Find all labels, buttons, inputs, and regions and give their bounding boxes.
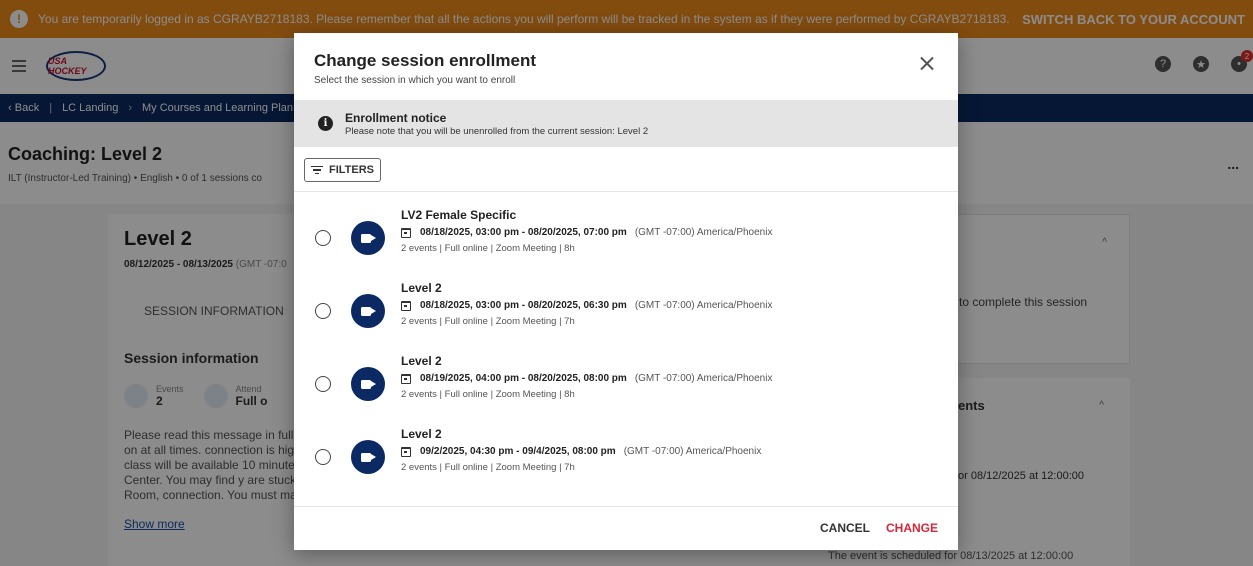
session-option[interactable]: Level 2 08/19/2025, 04:00 pm - 08/20/202… [294, 354, 958, 427]
video-meeting-icon [351, 367, 385, 401]
calendar-icon [401, 446, 411, 457]
session-dates: 08/18/2025, 03:00 pm - 08/20/2025, 07:00… [420, 227, 627, 238]
close-icon[interactable] [918, 55, 936, 73]
dialog-subtitle: Select the session in which you want to … [314, 75, 516, 86]
session-timezone: (GMT -07:00) America/Phoenix [623, 446, 762, 457]
filters-label: FILTERS [329, 164, 375, 176]
session-timezone: (GMT -07:00) America/Phoenix [634, 373, 773, 384]
session-details: 2 events | Full online | Zoom Meeting | … [401, 316, 575, 327]
cancel-button[interactable]: CANCEL [820, 521, 870, 535]
session-dates: 08/19/2025, 04:00 pm - 08/20/2025, 08:00… [420, 373, 627, 384]
session-radio[interactable] [315, 376, 331, 392]
session-radio[interactable] [315, 303, 331, 319]
session-name: Level 2 [401, 427, 442, 441]
calendar-icon [401, 373, 411, 384]
session-details: 2 events | Full online | Zoom Meeting | … [401, 243, 575, 254]
session-details: 2 events | Full online | Zoom Meeting | … [401, 389, 575, 400]
session-name: Level 2 [401, 354, 442, 368]
session-radio[interactable] [315, 449, 331, 465]
dialog-header: Change session enrollment Select the ses… [294, 33, 958, 100]
change-session-dialog: Change session enrollment Select the ses… [294, 33, 958, 550]
filter-row: FILTERS [294, 147, 958, 192]
session-option[interactable]: Level 2 09/2/2025, 04:30 pm - 09/4/2025,… [294, 427, 958, 500]
video-meeting-icon [351, 294, 385, 328]
filter-icon [311, 164, 323, 177]
video-meeting-icon [351, 221, 385, 255]
dialog-footer: CANCEL CHANGE [294, 506, 958, 550]
notice-title: Enrollment notice [345, 110, 447, 125]
session-option[interactable]: Level 2 08/18/2025, 03:00 pm - 08/20/202… [294, 281, 958, 354]
calendar-icon [401, 227, 411, 238]
session-details: 2 events | Full online | Zoom Meeting | … [401, 462, 575, 473]
session-name: Level 2 [401, 281, 442, 295]
filters-button[interactable]: FILTERS [304, 158, 382, 182]
change-button[interactable]: CHANGE [886, 521, 938, 535]
session-dates: 08/18/2025, 03:00 pm - 08/20/2025, 06:30… [420, 300, 627, 311]
session-option[interactable]: LV2 Female Specific 08/18/2025, 03:00 pm… [294, 208, 958, 281]
session-list: LV2 Female Specific 08/18/2025, 03:00 pm… [294, 192, 958, 500]
session-timezone: (GMT -07:00) America/Phoenix [634, 300, 773, 311]
session-name: LV2 Female Specific [401, 208, 517, 222]
session-radio[interactable] [315, 230, 331, 246]
session-dates: 09/2/2025, 04:30 pm - 09/4/2025, 08:00 p… [420, 446, 616, 457]
video-meeting-icon [351, 440, 385, 474]
notice-body: Please note that you will be unenrolled … [345, 125, 649, 137]
enrollment-notice: i Enrollment notice Please note that you… [294, 100, 958, 147]
calendar-icon [401, 300, 411, 311]
info-icon: i [318, 116, 333, 131]
session-timezone: (GMT -07:00) America/Phoenix [634, 227, 773, 238]
dialog-title: Change session enrollment [314, 51, 536, 70]
